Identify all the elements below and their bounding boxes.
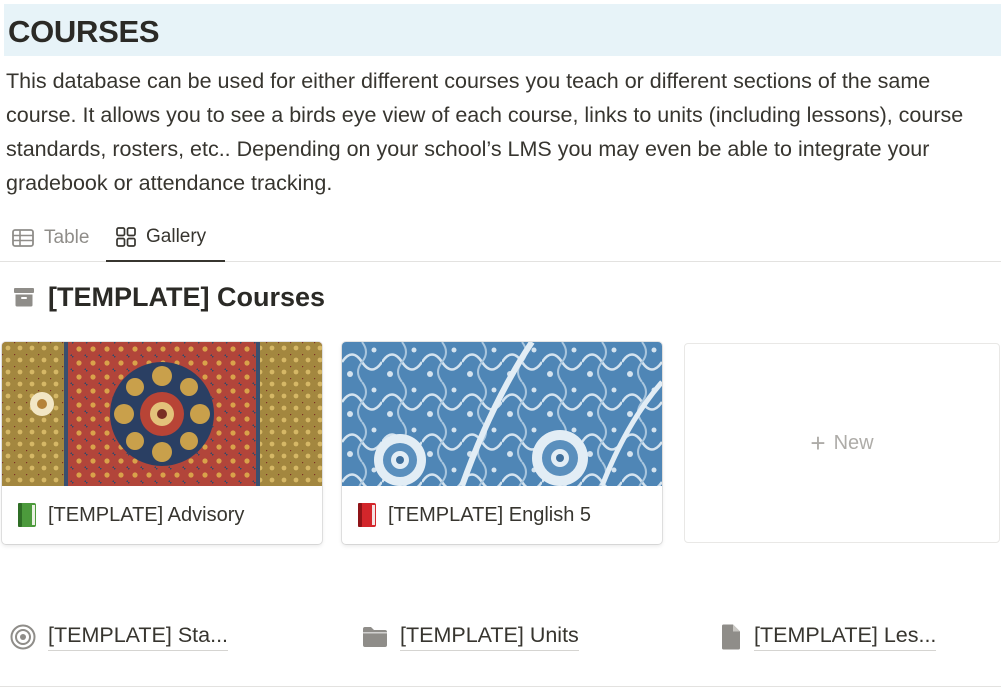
new-card-label: New bbox=[833, 431, 874, 454]
tab-gallery[interactable]: Gallery bbox=[106, 214, 225, 262]
link-label: [TEMPLATE] Sta... bbox=[48, 623, 229, 651]
green-book-icon bbox=[18, 503, 36, 527]
page-description: This database can be used for either dif… bbox=[6, 69, 964, 195]
archive-box-icon bbox=[14, 288, 34, 307]
card-cover-floral bbox=[342, 342, 662, 486]
tab-table-label: Table bbox=[44, 227, 90, 248]
database-title-text: [TEMPLATE] Courses bbox=[48, 281, 326, 312]
card-title: [TEMPLATE] Advisory bbox=[48, 503, 245, 526]
folder-icon bbox=[363, 627, 387, 647]
card-title: [TEMPLATE] English 5 bbox=[388, 503, 592, 526]
gallery-icon bbox=[116, 227, 136, 247]
plus-icon: + bbox=[810, 427, 826, 458]
link-units[interactable]: [TEMPLATE] Units bbox=[362, 620, 579, 654]
card-footer: [TEMPLATE] English 5 bbox=[342, 486, 662, 544]
gallery-card-english-5[interactable]: [TEMPLATE] English 5 bbox=[342, 342, 662, 544]
view-tabs: Table Gallery bbox=[0, 214, 1001, 262]
card-footer: [TEMPLATE] Advisory bbox=[2, 486, 322, 544]
table-icon bbox=[12, 229, 34, 247]
tab-gallery-label: Gallery bbox=[146, 226, 207, 247]
heading-block: COURSES bbox=[4, 4, 1001, 56]
target-icon bbox=[10, 624, 36, 650]
database-title[interactable]: [TEMPLATE] Courses bbox=[12, 280, 325, 314]
link-lessons[interactable]: [TEMPLATE] Les... bbox=[720, 620, 937, 654]
gallery-card-advisory[interactable]: [TEMPLATE] Advisory bbox=[2, 342, 322, 544]
card-cover-carpet bbox=[2, 342, 322, 486]
new-card-button[interactable]: + New bbox=[684, 343, 1000, 543]
link-label: [TEMPLATE] Les... bbox=[754, 623, 937, 651]
tab-table[interactable]: Table bbox=[12, 214, 89, 262]
document-icon bbox=[722, 624, 740, 650]
link-label: [TEMPLATE] Units bbox=[400, 623, 579, 651]
red-book-icon bbox=[358, 503, 376, 527]
link-standards[interactable]: [TEMPLATE] Sta... bbox=[10, 620, 229, 654]
page-heading: COURSES bbox=[8, 14, 160, 49]
divider bbox=[0, 686, 1001, 687]
